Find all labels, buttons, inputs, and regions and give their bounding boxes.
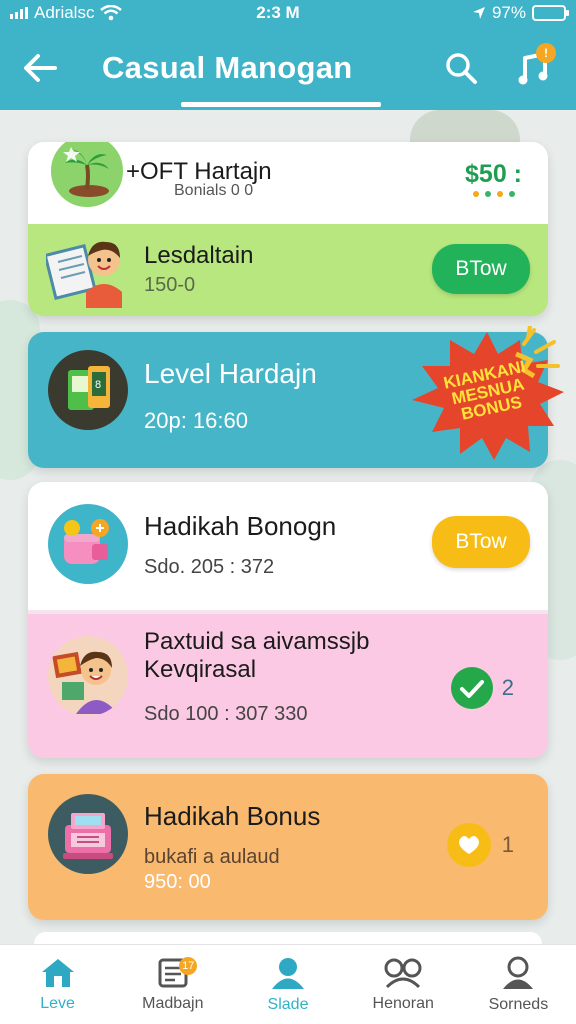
reward-card-3[interactable]: Hadikah Bonogn Sdo. 205 : 372 BTow Paxtu… [28,482,548,758]
nav-label: Henoran [372,994,434,1012]
reward-amount: $50 : [465,160,522,197]
reward-card-5[interactable]: Hadikah Bonus bukafi a aulaud 950: 00 1 [28,774,548,920]
nav-item-henoran[interactable]: Henoran [346,945,461,1024]
card-title: Hadikah Bonogn [144,511,337,541]
nav-item-madbajn[interactable]: 17 Madbajn [115,945,230,1024]
phone-icon: 8 [48,350,128,430]
search-button[interactable] [436,43,486,93]
notification-badge: ! [536,43,556,63]
nav-label: Leve [40,994,75,1012]
cart-button[interactable]: ! [508,43,558,93]
claim-button[interactable]: BTow [432,244,530,294]
card-title: Level Hardajn [144,358,317,389]
card-value: 150-0 [144,273,196,296]
home-icon [41,958,74,987]
glasses-icon [384,958,422,988]
header-tab-indicator [181,102,381,107]
card-value: Sdo 100 : 307 330 [144,703,308,726]
battery-percent: 97% [491,3,526,22]
card-title: Paxtuid sa aivamssjb [144,628,370,655]
card-title: Lesdaltain [144,242,254,269]
soap-bucket-icon [48,504,128,584]
message-count: 1 [501,832,514,857]
kid-book-icon [48,636,128,716]
svg-text:8: 8 [95,379,101,391]
carrier-name: Adrialsc [34,3,95,22]
search-icon [446,53,477,84]
nav-badge: 17 [179,957,198,975]
claim-button[interactable]: BTow [432,516,530,568]
location-icon [472,7,485,19]
card-subtitle: bukafi a aulaud [144,845,280,868]
battery-icon [532,5,569,21]
card-header-row: Hadikah Bonogn Sdo. 205 : 372 BTow [28,482,548,610]
page-title: Casual Manogan [102,50,353,85]
nav-item-leve[interactable]: Leve [0,945,115,1024]
completed-status: 2 [450,666,514,710]
check-icon [450,667,493,709]
card-title: Hadikah Bonus [144,801,321,831]
clock: 2:3 M [256,3,300,22]
card-value: 950: 00 [144,870,211,893]
kid-reading-icon [43,232,130,310]
nav-item-slade[interactable]: Slade [230,945,345,1024]
card-title-line2: Kevqirasal [144,655,257,683]
heart-chat-icon [446,823,491,867]
card-value: Sdo. 205 : 372 [144,555,275,578]
reward-card-1[interactable]: +OFT Hartajn Bonials 0 0 $50 : Lesdaltai… [28,142,548,316]
card-sub-row: Lesdaltain 150-0 BTow [28,224,548,316]
user-icon [503,956,534,989]
dots-indicator [465,191,522,197]
nav-label: Sorneds [488,995,549,1013]
nav-label: Madbajn [142,994,204,1012]
completed-count: 2 [501,675,514,700]
cash-register-icon [48,794,128,874]
bonus-burst-badge: KIANKANI MESNUA BONUS [398,324,576,466]
app-header: Casual Manogan ! [0,26,576,110]
nav-item-sorneds[interactable]: Sorneds [461,945,576,1024]
signal-icon [10,7,28,19]
card-header-row: +OFT Hartajn Bonials 0 0 $50 : [28,142,548,224]
message-status: 1 [446,822,514,868]
wifi-icon [100,5,123,21]
back-arrow-icon [24,54,57,82]
bottom-nav: Leve 17 Madbajn Slade Henoran Sorneds [0,944,576,1024]
card-value: 20p: 16:60 [144,408,248,433]
status-bar: Adrialsc 2:3 M 97% [0,0,576,26]
nav-label: Slade [267,995,309,1013]
palm-tree-icon [46,142,128,212]
profile-icon [272,957,304,989]
card-sub-row: Paxtuid sa aivamssjb Kevqirasal Sdo 100 … [28,614,548,758]
reward-card-2[interactable]: 8 Level Hardajn 20p: 16:60 KIANKANI MESN… [28,324,564,468]
back-button[interactable] [18,46,62,90]
